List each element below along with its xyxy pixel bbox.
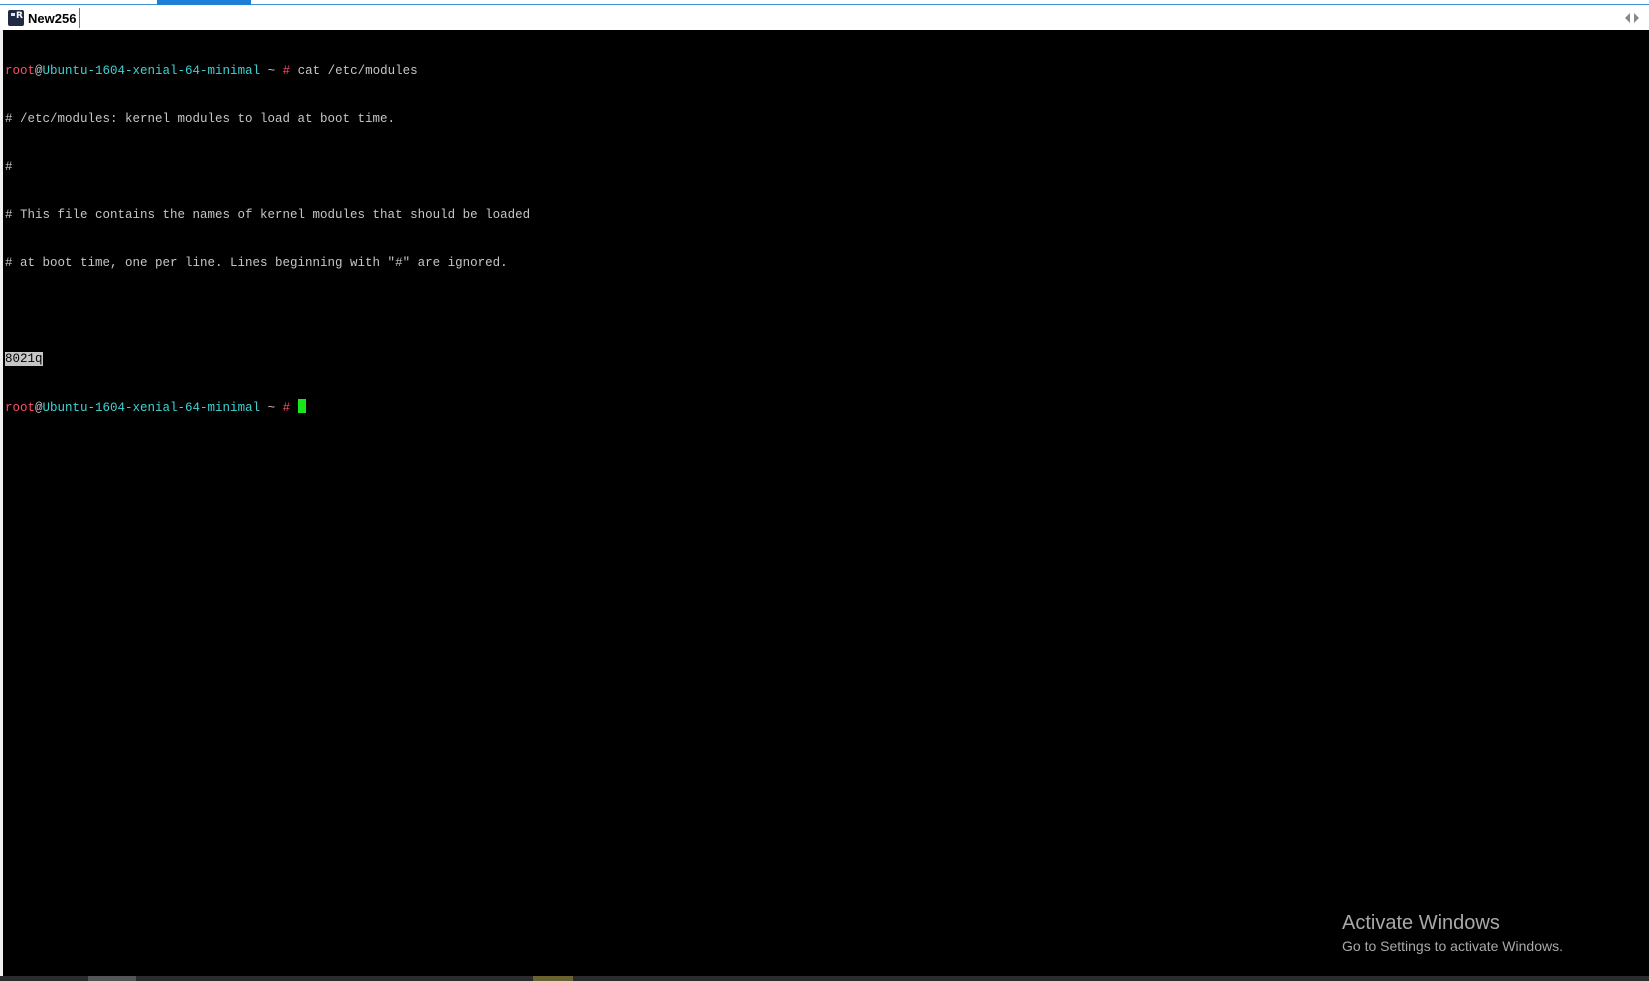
terminal-app-icon bbox=[8, 10, 24, 26]
scroll-right-icon[interactable] bbox=[1634, 13, 1639, 23]
prompt-symbol: # bbox=[282, 64, 291, 78]
prompt-at: @ bbox=[35, 64, 43, 78]
text-cursor[interactable] bbox=[297, 399, 306, 413]
scroll-left-icon[interactable] bbox=[1625, 13, 1630, 23]
output-line: # at boot time, one per line. Lines begi… bbox=[5, 256, 508, 270]
bottom-taskbar-edge bbox=[0, 976, 1649, 981]
command-text: cat /etc/modules bbox=[290, 64, 418, 78]
prompt-host: Ubuntu-1604-xenial-64-minimal bbox=[42, 401, 261, 415]
output-line: # /etc/modules: kernel modules to load a… bbox=[5, 112, 396, 126]
taskbar-item[interactable] bbox=[533, 976, 573, 981]
command-line: root@Ubuntu-1604-xenial-64-minimal ~ # c… bbox=[5, 63, 530, 79]
activate-windows-watermark: Activate Windows Go to Settings to activ… bbox=[1342, 911, 1563, 957]
selected-text[interactable]: 8021q bbox=[5, 352, 43, 366]
prompt-user: root bbox=[5, 401, 36, 415]
prompt-path: ~ bbox=[260, 64, 283, 78]
session-tab-bar: New256 bbox=[0, 5, 1649, 30]
cursor-gap bbox=[290, 401, 298, 415]
watermark-title: Activate Windows bbox=[1342, 912, 1500, 934]
selected-output-line[interactable]: 8021q bbox=[5, 351, 530, 367]
prompt-symbol: # bbox=[282, 401, 291, 415]
output-line: # This file contains the names of kernel… bbox=[5, 208, 531, 222]
prompt-host: Ubuntu-1604-xenial-64-minimal bbox=[42, 64, 261, 78]
terminal-output: root@Ubuntu-1604-xenial-64-minimal ~ # c… bbox=[5, 31, 530, 447]
terminal-pane[interactable]: root@Ubuntu-1604-xenial-64-minimal ~ # c… bbox=[3, 30, 1649, 976]
current-prompt-line[interactable]: root@Ubuntu-1604-xenial-64-minimal ~ # bbox=[5, 399, 530, 415]
terminal-window: New256 root@Ubuntu-1604-xenial-64-minima… bbox=[0, 0, 1649, 981]
prompt-at: @ bbox=[35, 401, 43, 415]
prompt-path: ~ bbox=[260, 401, 283, 415]
session-tab-label: New256 bbox=[28, 10, 77, 26]
output-line: # bbox=[5, 160, 13, 174]
taskbar-item[interactable] bbox=[88, 976, 136, 981]
prompt-user: root bbox=[5, 64, 36, 78]
watermark-subtitle: Go to Settings to activate Windows. bbox=[1342, 938, 1563, 954]
tab-scroll-controls bbox=[1625, 13, 1639, 23]
session-tab[interactable]: New256 bbox=[8, 8, 81, 28]
